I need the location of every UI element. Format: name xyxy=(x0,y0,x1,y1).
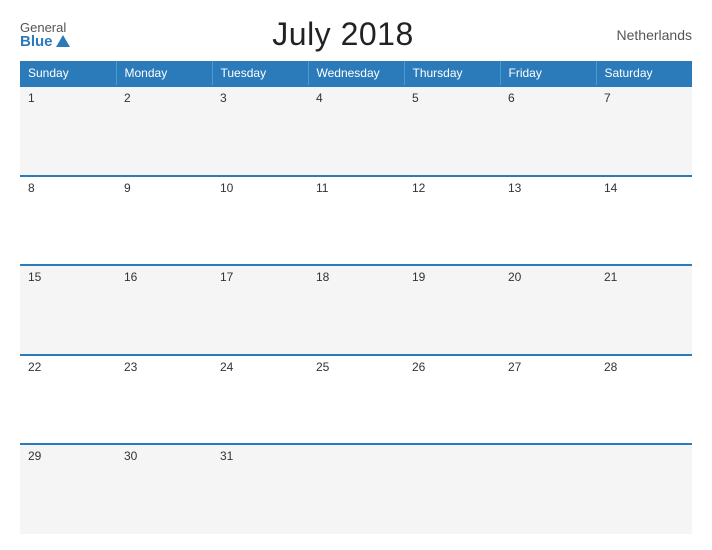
header-monday: Monday xyxy=(116,61,212,86)
calendar-cell: 5 xyxy=(404,86,500,176)
day-number: 12 xyxy=(412,181,425,195)
day-number: 15 xyxy=(28,270,41,284)
calendar-cell: 31 xyxy=(212,444,308,534)
calendar-cell: 22 xyxy=(20,355,116,445)
day-number: 27 xyxy=(508,360,521,374)
calendar-cell: 20 xyxy=(500,265,596,355)
calendar-cell: 27 xyxy=(500,355,596,445)
calendar-cell: 28 xyxy=(596,355,692,445)
calendar-page: General Blue July 2018 Netherlands Sunda… xyxy=(0,0,712,550)
day-number: 25 xyxy=(316,360,329,374)
day-number: 1 xyxy=(28,91,35,105)
calendar-week-row: 15 16 17 18 19 20 21 xyxy=(20,265,692,355)
calendar-week-row: 1 2 3 4 5 6 7 xyxy=(20,86,692,176)
day-number: 29 xyxy=(28,449,41,463)
day-number: 23 xyxy=(124,360,137,374)
day-number: 11 xyxy=(316,181,328,195)
weekday-header-row: Sunday Monday Tuesday Wednesday Thursday… xyxy=(20,61,692,86)
calendar-cell: 24 xyxy=(212,355,308,445)
day-number: 20 xyxy=(508,270,521,284)
calendar-title: July 2018 xyxy=(272,16,413,53)
calendar-cell: 19 xyxy=(404,265,500,355)
calendar-cell: 9 xyxy=(116,176,212,266)
calendar-cell xyxy=(596,444,692,534)
header-thursday: Thursday xyxy=(404,61,500,86)
day-number: 6 xyxy=(508,91,515,105)
day-number: 2 xyxy=(124,91,131,105)
day-number: 8 xyxy=(28,181,35,195)
calendar-week-row: 8 9 10 11 12 13 14 xyxy=(20,176,692,266)
calendar-cell: 13 xyxy=(500,176,596,266)
calendar-cell: 14 xyxy=(596,176,692,266)
day-number: 13 xyxy=(508,181,521,195)
calendar-cell: 1 xyxy=(20,86,116,176)
day-number: 24 xyxy=(220,360,233,374)
logo-general-text: General xyxy=(20,21,70,34)
day-number: 19 xyxy=(412,270,425,284)
calendar-cell: 2 xyxy=(116,86,212,176)
header-wednesday: Wednesday xyxy=(308,61,404,86)
header-tuesday: Tuesday xyxy=(212,61,308,86)
day-number: 14 xyxy=(604,181,617,195)
calendar-header: General Blue July 2018 Netherlands xyxy=(20,16,692,53)
calendar-cell: 25 xyxy=(308,355,404,445)
calendar-cell xyxy=(308,444,404,534)
calendar-cell: 11 xyxy=(308,176,404,266)
day-number: 7 xyxy=(604,91,611,105)
calendar-cell: 29 xyxy=(20,444,116,534)
calendar-cell: 21 xyxy=(596,265,692,355)
calendar-cell: 4 xyxy=(308,86,404,176)
logo-blue-text: Blue xyxy=(20,34,70,49)
day-number: 18 xyxy=(316,270,329,284)
country-label: Netherlands xyxy=(617,27,693,43)
day-number: 22 xyxy=(28,360,41,374)
calendar-cell: 17 xyxy=(212,265,308,355)
calendar-cell xyxy=(404,444,500,534)
calendar-cell: 23 xyxy=(116,355,212,445)
calendar-cell: 3 xyxy=(212,86,308,176)
calendar-table: Sunday Monday Tuesday Wednesday Thursday… xyxy=(20,61,692,534)
logo: General Blue xyxy=(20,21,70,49)
day-number: 30 xyxy=(124,449,137,463)
day-number: 10 xyxy=(220,181,233,195)
header-saturday: Saturday xyxy=(596,61,692,86)
day-number: 9 xyxy=(124,181,131,195)
calendar-cell: 12 xyxy=(404,176,500,266)
calendar-cell: 15 xyxy=(20,265,116,355)
day-number: 28 xyxy=(604,360,617,374)
calendar-cell: 8 xyxy=(20,176,116,266)
calendar-cell xyxy=(500,444,596,534)
header-friday: Friday xyxy=(500,61,596,86)
calendar-cell: 6 xyxy=(500,86,596,176)
day-number: 17 xyxy=(220,270,233,284)
day-number: 31 xyxy=(220,449,233,463)
day-number: 16 xyxy=(124,270,137,284)
day-number: 5 xyxy=(412,91,419,105)
day-number: 21 xyxy=(604,270,617,284)
day-number: 3 xyxy=(220,91,227,105)
calendar-cell: 18 xyxy=(308,265,404,355)
day-number: 26 xyxy=(412,360,425,374)
calendar-week-row: 22 23 24 25 26 27 28 xyxy=(20,355,692,445)
calendar-cell: 30 xyxy=(116,444,212,534)
calendar-cell: 7 xyxy=(596,86,692,176)
day-number: 4 xyxy=(316,91,323,105)
calendar-cell: 26 xyxy=(404,355,500,445)
calendar-cell: 16 xyxy=(116,265,212,355)
logo-triangle-icon xyxy=(56,35,70,47)
calendar-week-row: 29 30 31 xyxy=(20,444,692,534)
calendar-cell: 10 xyxy=(212,176,308,266)
header-sunday: Sunday xyxy=(20,61,116,86)
